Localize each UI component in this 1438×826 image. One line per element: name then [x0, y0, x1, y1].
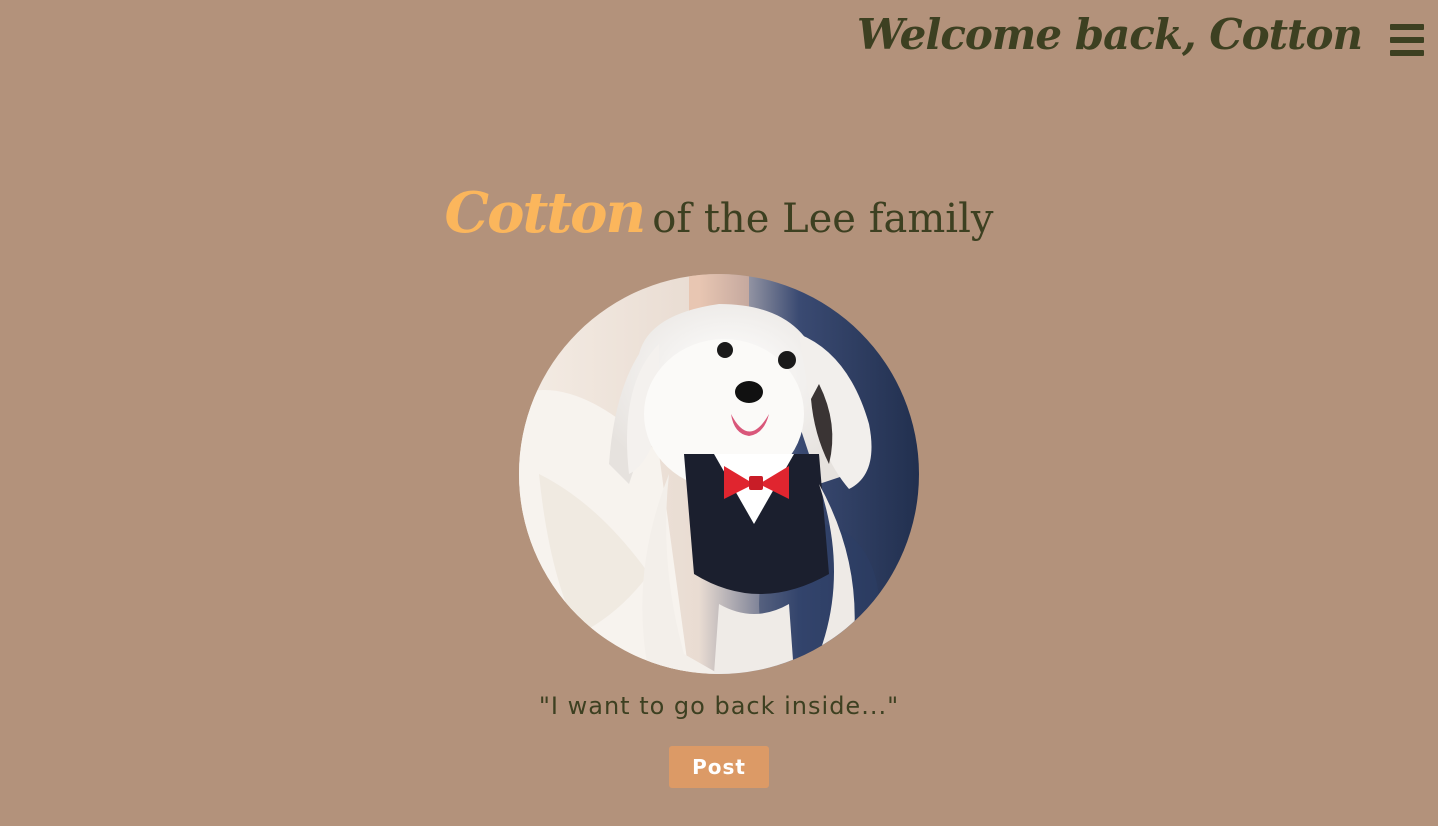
welcome-message: Welcome back, Cotton [856, 10, 1363, 59]
dog-photo [519, 274, 919, 674]
menu-bar-middle [1390, 37, 1424, 43]
pet-avatar [519, 274, 919, 674]
hamburger-menu-icon[interactable] [1390, 24, 1424, 56]
post-button[interactable]: Post [669, 746, 769, 788]
menu-bar-top [1390, 24, 1424, 30]
profile-title: Cotton of the Lee family [0, 180, 1438, 246]
family-label: of the Lee family [652, 196, 994, 242]
pet-quote: "I want to go back inside..." [538, 692, 900, 720]
page: Welcome back, Cotton Cotton of the Lee fa… [0, 0, 1438, 826]
pet-name: Cotton [444, 180, 647, 246]
menu-bar-bottom [1390, 50, 1424, 56]
